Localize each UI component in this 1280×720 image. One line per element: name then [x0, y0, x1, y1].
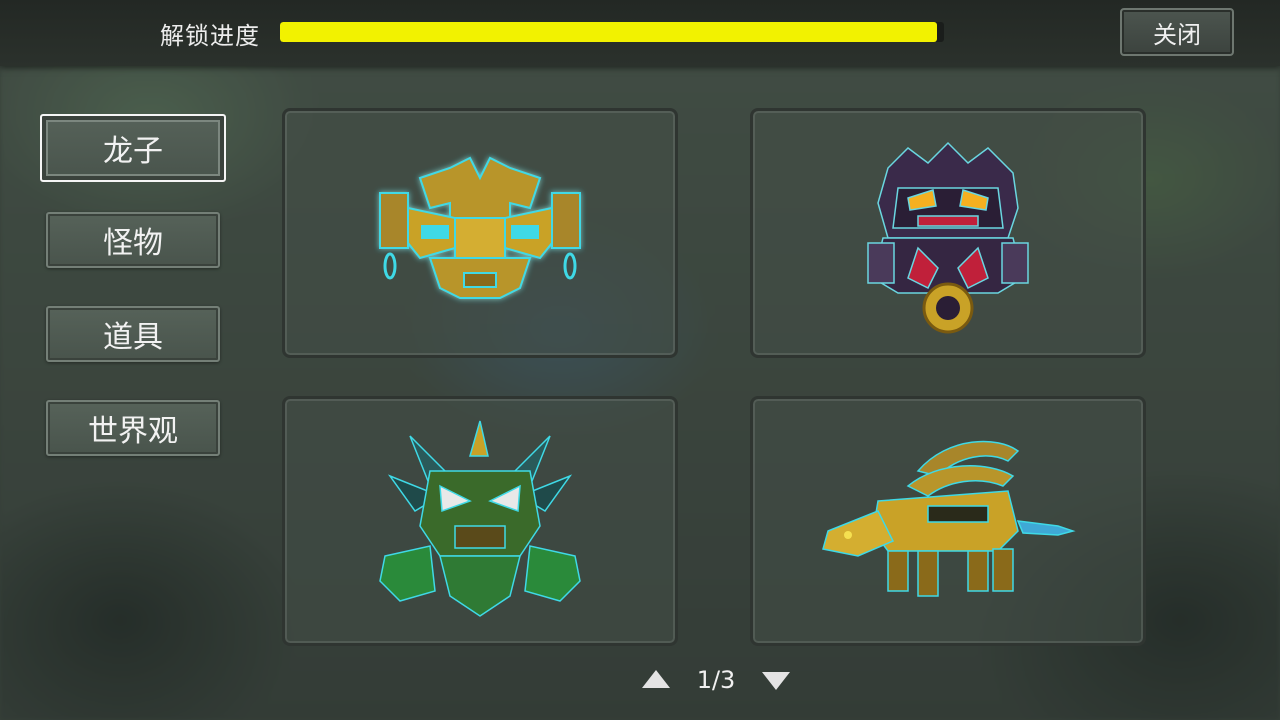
green-spiked-beast-icon: [379, 420, 581, 617]
page-down-arrow-icon[interactable]: [762, 672, 790, 690]
page-up-arrow-icon[interactable]: [642, 670, 670, 688]
category-items-button[interactable]: 道具: [46, 306, 220, 362]
golden-totem-mask-icon: [379, 156, 581, 299]
top-bar: 解锁进度 关闭: [0, 0, 1280, 66]
collection-card-4[interactable]: [750, 396, 1146, 646]
close-button[interactable]: 关闭: [1120, 8, 1234, 56]
unlock-progress-fill: [280, 22, 938, 42]
category-monsters-button[interactable]: 怪物: [46, 212, 220, 268]
collection-card-1[interactable]: [282, 108, 678, 358]
category-worldview-button[interactable]: 世界观: [46, 400, 220, 456]
page-indicator: 1/3: [696, 666, 736, 694]
golden-mech-lion-icon: [822, 440, 1076, 597]
collection-card-2[interactable]: [750, 108, 1146, 358]
collection-card-3[interactable]: [282, 396, 678, 646]
category-dragon-sons-button[interactable]: 龙子: [40, 114, 226, 182]
unlock-progress-label: 解锁进度: [160, 22, 260, 50]
dark-demon-orb-icon: [867, 141, 1029, 334]
unlock-progress-bar: [280, 22, 944, 42]
